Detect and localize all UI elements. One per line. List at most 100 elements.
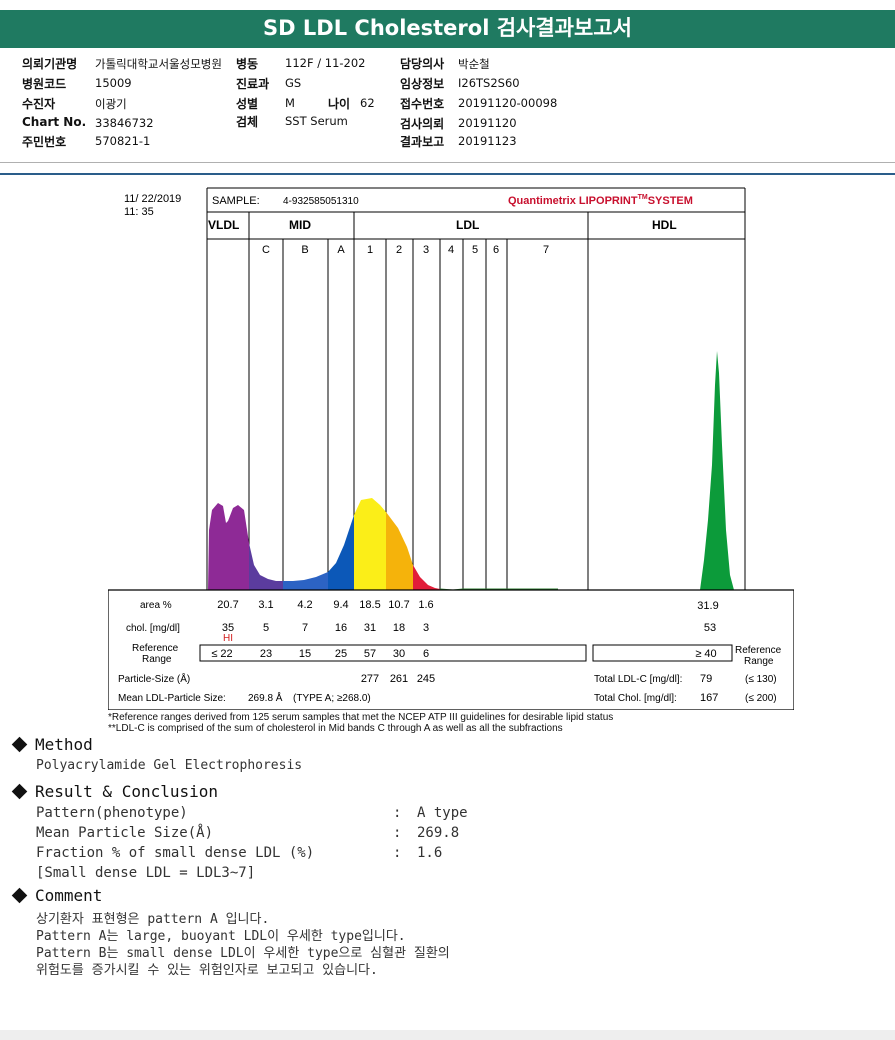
hi-flag: HI	[223, 633, 233, 644]
clinical-info-label: 임상정보	[400, 77, 445, 91]
method-heading: Method	[11, 735, 93, 754]
band-label-5: 5	[472, 244, 478, 256]
lipoprint-time: 11: 35	[124, 206, 154, 218]
particle-size-3: 245	[417, 673, 435, 685]
sex-label: 성별	[236, 97, 259, 111]
band-dividers	[248, 212, 589, 590]
comment-heading: Comment	[11, 886, 102, 905]
trace-hdl	[700, 351, 734, 590]
request-date-label: 검사의뢰	[400, 117, 445, 131]
trace-vldl	[208, 503, 249, 590]
result-label-fraction: Fraction % of small dense LDL (%)	[36, 845, 315, 861]
trace-ldl-1	[354, 498, 386, 590]
total-chol-value: 167	[700, 692, 718, 704]
resident-no-value: 570821-1	[95, 134, 151, 148]
page-bottom-strip	[0, 1030, 895, 1040]
trace-mid-b	[283, 572, 328, 590]
trace-ldl-2	[386, 512, 413, 590]
ref-ldl-3: 6	[423, 648, 429, 660]
age-value: 62	[360, 96, 375, 110]
hospital-code-label: 병원코드	[22, 77, 67, 91]
report-date-value: 20191123	[458, 134, 517, 148]
mean-size-label: Mean LDL-Particle Size:	[118, 693, 226, 704]
trace-mid-a	[328, 515, 354, 590]
group-mid: MID	[289, 218, 311, 232]
result-value-fraction: 1.6	[417, 845, 443, 861]
accession-label: 접수번호	[400, 97, 445, 111]
particle-size-2: 261	[390, 673, 408, 685]
total-chol-label: Total Chol. [mg/dl]:	[594, 693, 677, 704]
result-label-mean-size: Mean Particle Size(Å)	[36, 825, 214, 841]
total-ldl-value: 79	[700, 673, 712, 685]
band-label-6: 6	[493, 244, 499, 256]
band-label-3: 3	[423, 244, 429, 256]
sex-value: M	[285, 96, 295, 110]
area-ldl-3: 1.6	[418, 599, 433, 611]
area-hdl: 31.9	[697, 600, 718, 612]
ref-mid-b: 15	[299, 648, 311, 660]
chart-no-value: 33846732	[95, 116, 154, 130]
result-value-pattern: A type	[417, 805, 468, 821]
total-ldl-label: Total LDL-C [mg/dl]:	[594, 674, 682, 685]
comment-line-4: 위험도를 증가시킬 수 있는 위험인자로 보고되고 있습니다.	[36, 963, 378, 978]
total-chol-ref: (≤ 200)	[745, 693, 777, 704]
lipoprint-panel: 11/ 22/2019 11: 35 SAMPLE: 4-93258505131…	[108, 187, 794, 710]
particle-size-1: 277	[361, 673, 379, 685]
ward-label: 병동	[236, 57, 259, 71]
hospital-code-value: 15009	[95, 76, 132, 90]
mean-size-value: 269.8 Å	[248, 691, 283, 704]
ref-right-label: Reference Range	[735, 645, 782, 667]
result-heading: Result & Conclusion	[11, 782, 218, 801]
area-vldl: 20.7	[217, 599, 238, 611]
band-label-a: A	[337, 244, 345, 256]
method-text: Polyacrylamide Gel Electrophoresis	[36, 758, 303, 773]
band-label-c: C	[262, 244, 270, 256]
result-sep-3: :	[393, 845, 402, 861]
band-label-2: 2	[396, 244, 402, 256]
specimen-label: 검체	[236, 115, 259, 129]
department-label: 진료과	[236, 77, 270, 91]
sample-id: 4-932585051310	[283, 196, 359, 207]
trace-ldl-3	[413, 565, 440, 590]
chol-row-label: chol. [mg/dl]	[126, 623, 180, 634]
diamond-bullet-icon	[11, 887, 28, 904]
band-label-1: 1	[367, 244, 373, 256]
section-divider	[0, 173, 895, 175]
chol-hdl: 53	[704, 622, 716, 634]
total-ldl-ref: (≤ 130)	[745, 674, 777, 685]
chart-no-label: Chart No.	[22, 115, 87, 129]
group-vldl: VLDL	[208, 218, 239, 232]
ref-vldl: ≤ 22	[211, 648, 232, 660]
request-date-value: 20191120	[458, 116, 517, 130]
patient-label: 수진자	[22, 97, 56, 111]
physician-value: 박순철	[458, 57, 490, 71]
band-label-b: B	[301, 244, 308, 256]
result-value-mean-size: 269.8	[417, 825, 460, 841]
diamond-bullet-icon	[11, 736, 28, 753]
accession-value: 20191120-00098	[458, 96, 558, 110]
report-date-label: 결과보고	[400, 135, 445, 149]
area-ldl-1: 18.5	[359, 599, 380, 611]
result-note: [Small dense LDL = LDL3~7]	[36, 865, 256, 881]
group-ldl: LDL	[456, 218, 479, 232]
ward-value: 112F / 11-202	[285, 56, 366, 70]
group-hdl: HDL	[652, 218, 677, 232]
band-label-4: 4	[448, 244, 454, 256]
lipoprint-date: 11/ 22/2019	[124, 193, 181, 205]
chol-ldl-1: 31	[364, 622, 376, 634]
area-mid-c: 3.1	[258, 599, 273, 611]
ref-mid-c: 23	[260, 648, 272, 660]
footnote-1: *Reference ranges derived from 125 serum…	[108, 712, 614, 723]
clinical-info-value: I26TS2S60	[458, 76, 520, 90]
ref-hdl: ≥ 40	[695, 648, 716, 660]
result-label-pattern: Pattern(phenotype)	[36, 805, 188, 821]
chol-mid-c: 5	[263, 622, 269, 634]
specimen-value: SST Serum	[285, 114, 348, 128]
lipoprint-brand: Quantimetrix LIPOPRINTTMSYSTEM	[508, 194, 693, 207]
particle-size-label: Particle-Size (Å)	[118, 672, 190, 685]
ref-row-label: Reference Range	[132, 643, 179, 665]
resident-no-label: 주민번호	[22, 135, 67, 149]
ordering-institution-value: 가톨릭대학교서울성모병원	[95, 57, 222, 71]
chol-mid-a: 16	[335, 622, 347, 634]
result-sep-2: :	[393, 825, 402, 841]
